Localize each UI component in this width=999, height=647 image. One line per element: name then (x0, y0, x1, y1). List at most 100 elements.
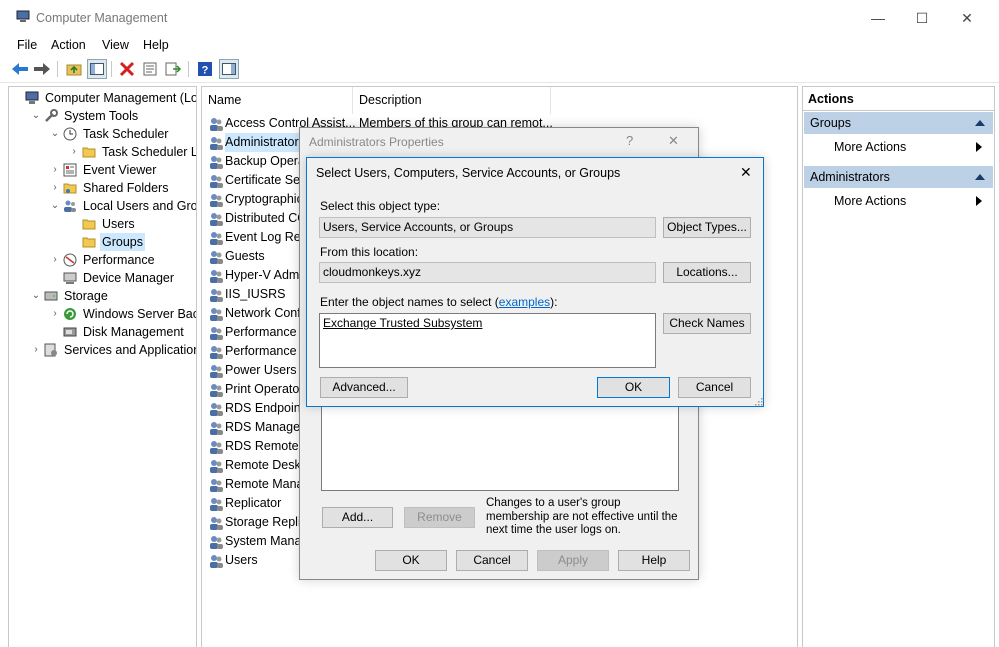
dialog-help-button[interactable]: ? (626, 133, 633, 148)
help-icon: ? (198, 62, 212, 77)
check-names-button[interactable]: Check Names (663, 313, 751, 334)
list-row-group[interactable]: Performance M (206, 342, 310, 361)
column-header-description[interactable]: Description (353, 87, 551, 114)
expanded-chevron-icon[interactable]: ⌄ (30, 287, 42, 305)
members-list[interactable] (321, 396, 679, 491)
list-row-group[interactable]: Guests (206, 247, 306, 266)
list-row-group[interactable]: Certificate Serv (206, 171, 310, 190)
users-icon (64, 200, 76, 212)
computer-icon (25, 91, 39, 104)
column-header-name[interactable]: Name (202, 87, 353, 114)
help-button[interactable]: ? (195, 59, 215, 79)
list-row-group[interactable]: System Manag (206, 532, 308, 551)
group-name: RDS Remote A (225, 439, 310, 453)
select-users-dialog: Select Users, Computers, Service Account… (306, 157, 764, 407)
expanded-chevron-icon[interactable]: ⌄ (49, 125, 61, 143)
forward-button[interactable] (32, 59, 52, 79)
back-button[interactable] (10, 59, 30, 79)
list-row-group[interactable]: IIS_IUSRS (206, 285, 306, 304)
list-row-group[interactable]: Print Operator (206, 380, 306, 399)
list-row-group[interactable]: RDS Remote A (206, 437, 310, 456)
locations-button[interactable]: Locations... (663, 262, 751, 283)
tree-item-label: Shared Folders (83, 181, 169, 195)
list-row-group[interactable]: RDS Managem (206, 418, 310, 437)
menu-action[interactable]: Action (51, 38, 86, 52)
add-button[interactable]: Add... (322, 507, 393, 528)
group-name: Storage Replic (225, 515, 307, 529)
menu-help[interactable]: Help (143, 38, 169, 52)
section-label: Administrators (810, 170, 890, 184)
administrators-more-actions[interactable]: More Actions (834, 191, 906, 211)
actions-section-administrators[interactable]: Administrators (804, 166, 993, 188)
select-cancel-button[interactable]: Cancel (678, 377, 751, 398)
up-one-level-button[interactable] (64, 59, 84, 79)
list-row-group[interactable]: Distributed CO (206, 209, 307, 228)
list-row-group[interactable]: Cryptographic (206, 190, 306, 209)
group-icon (210, 479, 223, 492)
examples-link[interactable]: examples (499, 295, 550, 309)
object-names-input[interactable]: Exchange Trusted Subsystem (319, 313, 656, 368)
group-name: Users (225, 553, 258, 567)
list-row-group[interactable]: Replicator (206, 494, 306, 513)
svg-text:?: ? (202, 65, 209, 77)
props-ok-button[interactable]: OK (375, 550, 447, 571)
actions-section-groups[interactable]: Groups (804, 112, 993, 134)
show-hide-action-pane-button[interactable] (219, 59, 239, 79)
advanced-button[interactable]: Advanced... (320, 377, 408, 398)
list-row-group[interactable]: Remote Deskto (206, 456, 311, 475)
tree-item-label: Computer Management (Local (45, 91, 197, 105)
properties-button[interactable] (140, 59, 160, 79)
props-apply-button[interactable]: Apply (537, 550, 609, 571)
groups-more-actions[interactable]: More Actions (834, 137, 906, 157)
props-cancel-button[interactable]: Cancel (456, 550, 528, 571)
list-row-group[interactable]: Event Log Rea (206, 228, 308, 247)
show-hide-console-tree-button[interactable] (87, 59, 107, 79)
select-ok-button[interactable]: OK (597, 377, 670, 398)
list-row-group[interactable]: Power Users (206, 361, 306, 380)
collapsed-chevron-icon[interactable]: › (68, 143, 80, 161)
list-row-group[interactable]: Administrators (206, 133, 306, 152)
collapsed-chevron-icon[interactable]: › (30, 341, 42, 359)
list-row-group[interactable]: Storage Replic (206, 513, 307, 532)
resize-grip-icon[interactable] (753, 396, 763, 406)
group-icon (210, 555, 223, 568)
export-list-button[interactable] (163, 59, 183, 79)
close-button[interactable]: ✕ (944, 6, 990, 30)
action-pane-icon (222, 63, 236, 75)
select-dialog-close-button[interactable]: ✕ (740, 164, 752, 181)
export-list-icon (165, 62, 181, 76)
menu-view[interactable]: View (102, 38, 129, 52)
list-row-group[interactable]: Users (206, 551, 306, 570)
list-row-group[interactable]: Performance L (206, 323, 307, 342)
expanded-chevron-icon[interactable]: ⌄ (30, 107, 42, 125)
group-icon (210, 213, 223, 226)
group-name: Event Log Rea (225, 230, 308, 244)
remove-button[interactable]: Remove (404, 507, 475, 528)
menu-bar: File Action View Help (0, 36, 999, 56)
list-row-group[interactable]: RDS Endpoint (206, 399, 306, 418)
membership-note: Changes to a user's group membership are… (486, 497, 678, 536)
collapsed-chevron-icon[interactable]: › (49, 251, 61, 269)
expanded-chevron-icon[interactable]: ⌄ (49, 197, 61, 215)
list-row-group[interactable]: Network Confi (206, 304, 306, 323)
collapsed-chevron-icon[interactable]: › (49, 179, 61, 197)
dialog-close-button[interactable]: ✕ (668, 133, 679, 149)
minimize-button[interactable]: — (855, 6, 901, 30)
menu-file[interactable]: File (17, 38, 37, 52)
object-types-button[interactable]: Object Types... (663, 217, 751, 238)
list-row-group[interactable]: Hyper-V Admi (206, 266, 306, 285)
props-help-button[interactable]: Help (618, 550, 690, 571)
group-icon (210, 270, 223, 283)
folder-icon (82, 237, 96, 248)
list-row-group[interactable]: Backup Operat (206, 152, 308, 171)
collapsed-chevron-icon[interactable]: › (49, 161, 61, 179)
group-name: Guests (225, 249, 265, 263)
delete-button[interactable] (117, 59, 137, 79)
folder-icon (82, 219, 96, 230)
group-name: Remote Mana (225, 477, 304, 491)
collapsed-chevron-icon[interactable]: › (49, 305, 61, 323)
group-icon (210, 460, 223, 473)
maximize-button[interactable]: ☐ (899, 6, 945, 30)
list-row-group[interactable]: Remote Mana (206, 475, 306, 494)
submenu-arrow-icon (976, 196, 982, 206)
